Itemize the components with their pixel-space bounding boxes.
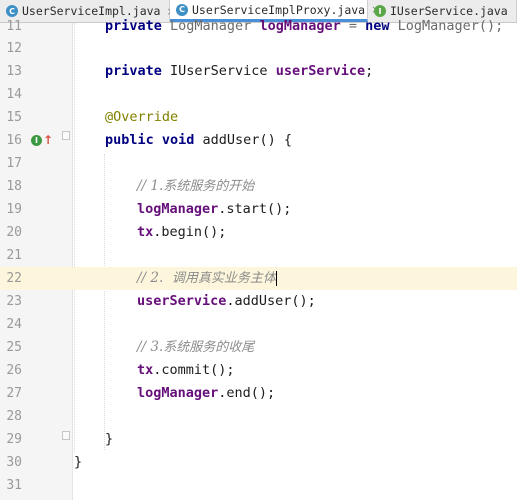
code-line-26: 26 tx.commit(); — [0, 359, 517, 382]
line-number: 12 — [6, 41, 22, 56]
code-line-20: 20 tx.begin(); — [0, 221, 517, 244]
comment-text: 系统服务的开始 — [163, 179, 255, 194]
code-text: public void addUser() { — [105, 129, 292, 152]
line-number: 31 — [6, 478, 22, 493]
keyword: private — [105, 18, 171, 34]
code-line-19: 19 logManager.start(); — [0, 198, 517, 221]
line-number: 28 — [6, 409, 22, 424]
code-line-28: 28 — [0, 405, 517, 428]
closing-brace: } — [105, 431, 114, 447]
code-line-31: 31 — [0, 474, 517, 497]
code-line-24: 24 — [0, 313, 517, 336]
line-number: 11 — [6, 19, 22, 34]
code-line-23: 23 userService.addUser(); — [0, 290, 517, 313]
line-number: 27 — [6, 386, 22, 401]
code-line-21: 21 — [0, 244, 517, 267]
annotation: @Override — [105, 109, 179, 125]
line-number: 18 — [6, 179, 22, 194]
code-line-15: 15 @Override — [0, 106, 517, 129]
field-name: tx — [137, 362, 154, 378]
keyword: private — [105, 63, 171, 79]
code-line-14: 14 — [0, 83, 517, 106]
operator: = — [340, 18, 366, 34]
code-line-30: 30 } — [0, 451, 517, 474]
line-number: 15 — [6, 110, 22, 125]
code-line-25: 25 // 3.系统服务的收尾 — [0, 336, 517, 359]
line-number: 20 — [6, 225, 22, 240]
comment-prefix: // 3. — [137, 339, 164, 355]
text-cursor — [275, 270, 277, 286]
method-call: .commit(); — [153, 362, 235, 378]
line-number: 13 — [6, 64, 22, 79]
constructor-call: LogManager(); — [397, 18, 504, 34]
line-number: 16 — [6, 133, 22, 148]
keyword: public void — [105, 132, 203, 148]
code-line-16: 16 I ↑ public void addUser() { — [0, 129, 517, 152]
arrow-up-icon[interactable]: ↑ — [43, 129, 53, 152]
code-line-18: 18 // 1.系统服务的开始 — [0, 175, 517, 198]
code-line-27: 27 logManager.end(); — [0, 382, 517, 405]
line-number: 24 — [6, 317, 22, 332]
closing-brace: } — [74, 454, 83, 470]
line-number: 26 — [6, 363, 22, 378]
code-line-29: 29 } — [0, 428, 517, 451]
line-number: 14 — [6, 87, 22, 102]
comment-text: 调用真实业务主体 — [171, 271, 276, 286]
code-text: tx.commit(); — [137, 359, 235, 382]
code-text: logManager.start(); — [137, 198, 291, 221]
code-line-22-current: 22 // 2. 调用真实业务主体 — [0, 267, 517, 290]
line-number: 30 — [6, 455, 22, 470]
punctuation: ; — [365, 63, 374, 79]
code-line-11: 11 private LogManager logManager = new L… — [0, 15, 517, 38]
field-name: userService — [137, 293, 227, 309]
line-number: 25 — [6, 340, 22, 355]
method-call: .begin(); — [153, 224, 227, 240]
comment-text: 系统服务的收尾 — [163, 340, 255, 355]
line-number: 17 — [6, 156, 22, 171]
line-number: 23 — [6, 294, 22, 309]
line-number: 19 — [6, 202, 22, 217]
method-call: .addUser(); — [226, 293, 316, 309]
type-name: LogManager — [170, 18, 260, 34]
code-line-12: 12 — [0, 37, 517, 60]
line-number: 21 — [6, 248, 22, 263]
code-line-17: 17 — [0, 152, 517, 175]
code-text: logManager.end(); — [137, 382, 275, 405]
comment-prefix: // 1. — [137, 178, 164, 194]
comment: // 2. 调用真实业务主体 — [137, 267, 277, 290]
code-line-13: 13 private IUserService userService; — [0, 60, 517, 83]
type-name: IUserService — [170, 63, 276, 79]
field-name: userService — [275, 63, 366, 79]
comment-prefix: // 2. — [137, 270, 172, 286]
field-name: logManager — [137, 201, 219, 217]
code-text: tx.begin(); — [137, 221, 226, 244]
code-editor[interactable]: 11 private LogManager logManager = new L… — [0, 18, 517, 500]
method-signature: addUser() { — [202, 132, 292, 148]
method-call: .start(); — [218, 201, 292, 217]
class-icon: C — [176, 3, 188, 16]
code-text: userService.addUser(); — [137, 290, 316, 313]
implements-method-icon[interactable]: I — [31, 135, 42, 146]
comment: // 3.系统服务的收尾 — [137, 336, 254, 359]
comment: // 1.系统服务的开始 — [137, 175, 254, 198]
code-text: private LogManager logManager = new LogM… — [105, 15, 503, 38]
line-number: 29 — [6, 432, 22, 447]
method-call: .end(); — [218, 385, 276, 401]
field-name: tx — [137, 224, 154, 240]
code-text: private IUserService userService; — [105, 60, 373, 83]
field-name: logManager — [259, 18, 341, 34]
line-number: 22 — [6, 271, 22, 286]
keyword: new — [365, 18, 398, 34]
field-name: logManager — [137, 385, 219, 401]
